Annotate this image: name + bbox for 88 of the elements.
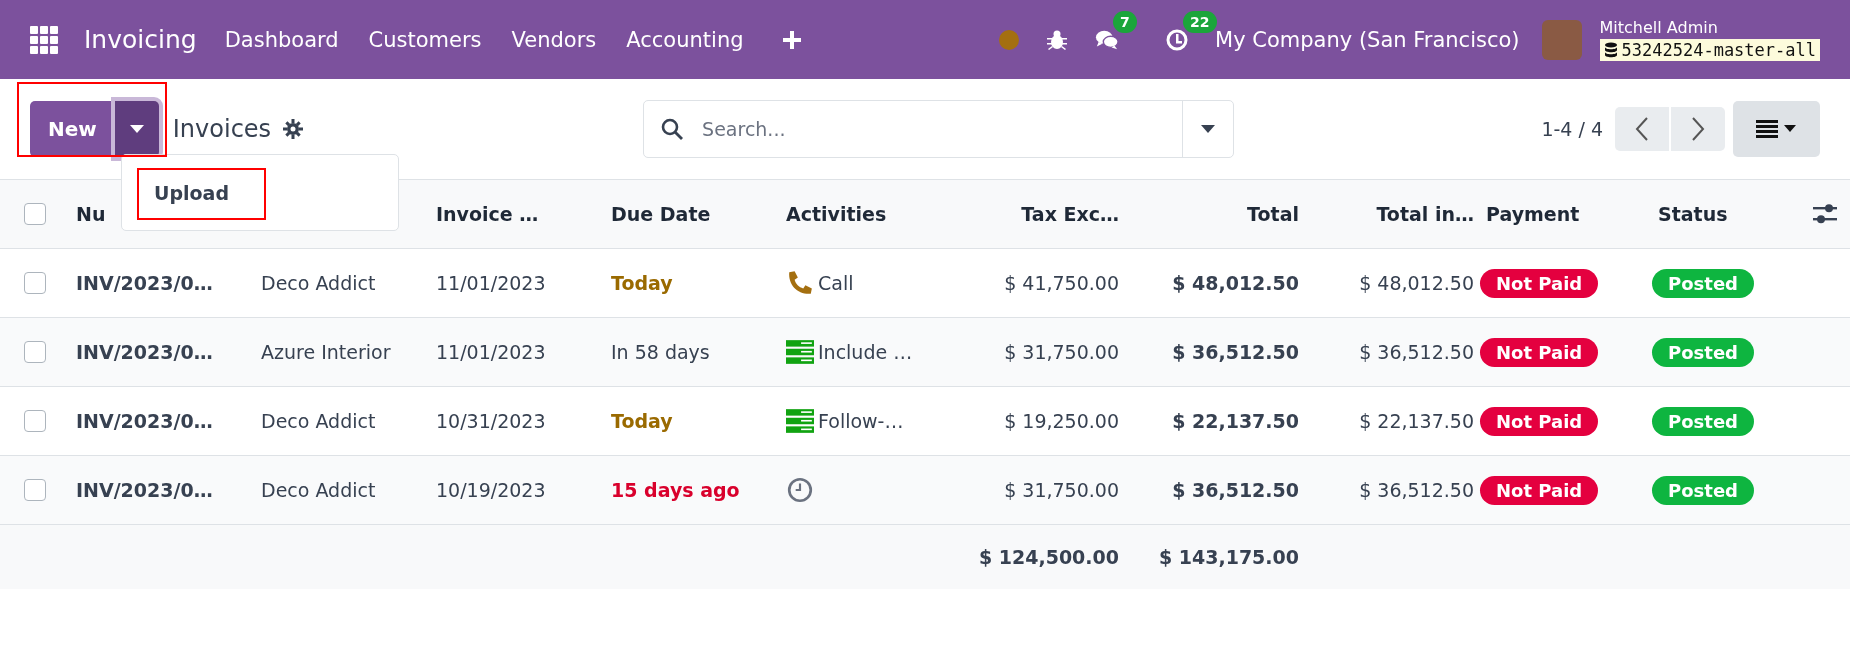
- menu-item[interactable]: Upload: [154, 181, 230, 204]
- total-cell-text: $ 124,500.00: [977, 546, 1120, 568]
- caret-icon[interactable]: [1201, 125, 1216, 133]
- column-header[interactable]: Status: [1652, 203, 1800, 225]
- table-cell-text: INV/2023/0…: [75, 341, 214, 363]
- view-switcher[interactable]: [1733, 101, 1820, 157]
- column-header[interactable]: Due Date: [605, 203, 780, 225]
- table-cell-text: Today: [610, 272, 674, 294]
- previous-button[interactable]: [1615, 107, 1669, 151]
- table-cell-text: $ 31,750.00: [1003, 341, 1120, 363]
- table-cell-text: 10/19/2023: [435, 479, 547, 501]
- phone-icon[interactable]: [786, 270, 814, 296]
- menu-item[interactable]: Dashboard: [224, 27, 339, 52]
- activity-label[interactable]: Follow-…: [818, 410, 904, 432]
- column-header[interactable]: Total: [1241, 203, 1305, 225]
- table-cell-text: $ 36,512.50: [1171, 341, 1300, 363]
- chevron-right-icon: [1691, 117, 1705, 141]
- todo-list-icon[interactable]: [786, 408, 814, 434]
- app-name[interactable]: Invoicing: [84, 25, 197, 54]
- table-cell-text: INV/2023/0…: [75, 272, 214, 294]
- row-checkbox[interactable]: [24, 410, 46, 432]
- table-cell-text: Azure Interior: [260, 341, 392, 363]
- table-cell-text: Deco Addict: [260, 479, 377, 501]
- next-button[interactable]: [1671, 107, 1725, 151]
- payment-status: Not Paid: [1480, 337, 1599, 367]
- table-cell-text: $ 36,512.50: [1358, 341, 1475, 363]
- menu-item[interactable]: Vendors: [511, 27, 597, 52]
- chevron-left-icon: [1635, 117, 1649, 141]
- column-header[interactable]: Total in…: [1370, 203, 1480, 225]
- table-cell-text: 11/01/2023: [435, 341, 547, 363]
- activity-label[interactable]: Call: [818, 272, 854, 294]
- table-cell-text: $ 36,512.50: [1358, 479, 1475, 501]
- column-header[interactable]: Activities: [780, 203, 960, 225]
- row-checkbox[interactable]: [24, 272, 46, 294]
- total-cell-text: $ 143,175.00: [1157, 546, 1300, 568]
- table-cell-text: INV/2023/0…: [75, 479, 214, 501]
- table-cell-text: Deco Addict: [260, 272, 377, 294]
- payment-status: Not Paid: [1480, 406, 1599, 436]
- table-cell-text: Today: [610, 410, 674, 432]
- table-cell-text: $ 22,137.50: [1358, 410, 1475, 432]
- table-cell-text: In 58 days: [610, 341, 711, 363]
- table-cell-text: 10/31/2023: [435, 410, 547, 432]
- clock-icon[interactable]: [786, 477, 814, 503]
- row-checkbox[interactable]: [24, 479, 46, 501]
- table-cell-text: INV/2023/0…: [75, 410, 214, 432]
- activity-label[interactable]: Include …: [818, 341, 913, 363]
- apps-menu-icon[interactable]: [30, 25, 58, 54]
- search-input[interactable]: Search...: [700, 117, 1183, 141]
- column-header[interactable]: Tax Exc…: [1015, 203, 1125, 225]
- table-cell-text: $ 36,512.50: [1171, 479, 1300, 501]
- payment-status: Not Paid: [1480, 268, 1599, 298]
- invoice-status: Posted: [1652, 268, 1754, 298]
- select-all-checkbox[interactable]: [24, 203, 46, 225]
- status-dot-icon[interactable]: [999, 29, 1020, 50]
- table-cell-text: Deco Addict: [260, 410, 377, 432]
- invoice-status: Posted: [1652, 337, 1754, 367]
- plus-icon[interactable]: [781, 29, 802, 50]
- caret-icon: [129, 125, 144, 133]
- search-icon: [660, 117, 685, 141]
- invoice-status: Posted: [1652, 475, 1754, 505]
- table-cell-text: 15 days ago: [610, 479, 741, 501]
- table-cell-text: $ 22,137.50: [1171, 410, 1300, 432]
- company-switcher[interactable]: My Company (San Francisco): [1215, 27, 1520, 52]
- table-cell-text: $ 48,012.50: [1171, 272, 1300, 294]
- column-header[interactable]: Payment: [1480, 203, 1652, 225]
- pager-value[interactable]: 1-4 / 4: [1541, 118, 1603, 140]
- notification-badge: 7: [1113, 10, 1137, 33]
- table-cell-text: $ 48,012.50: [1358, 272, 1475, 294]
- menu-item[interactable]: Customers: [368, 27, 482, 52]
- page-title: Invoices: [172, 115, 272, 143]
- table-cell-text: $ 41,750.00: [1003, 272, 1120, 294]
- column-header[interactable]: Invoice …: [430, 203, 605, 225]
- table-cell-text: $ 31,750.00: [1003, 479, 1120, 501]
- clock-icon[interactable]: [1165, 27, 1190, 52]
- database-icon: [1603, 42, 1618, 58]
- search-field[interactable]: Search...: [643, 100, 1235, 158]
- notification-badge: 22: [1183, 10, 1217, 33]
- menu-item[interactable]: Accounting: [626, 27, 744, 52]
- database-tag: 53242524-master-all: [1599, 39, 1820, 61]
- settings-icon[interactable]: [283, 119, 304, 139]
- table-cell-text: 11/01/2023: [435, 272, 547, 294]
- list-view-icon: [1755, 120, 1798, 138]
- row-checkbox[interactable]: [24, 341, 46, 363]
- table-cell-text: $ 19,250.00: [1003, 410, 1120, 432]
- todo-list-icon[interactable]: [786, 339, 814, 365]
- payment-status: Not Paid: [1480, 475, 1599, 505]
- user-name[interactable]: Mitchell Admin: [1599, 18, 1820, 37]
- invoice-status: Posted: [1652, 406, 1754, 436]
